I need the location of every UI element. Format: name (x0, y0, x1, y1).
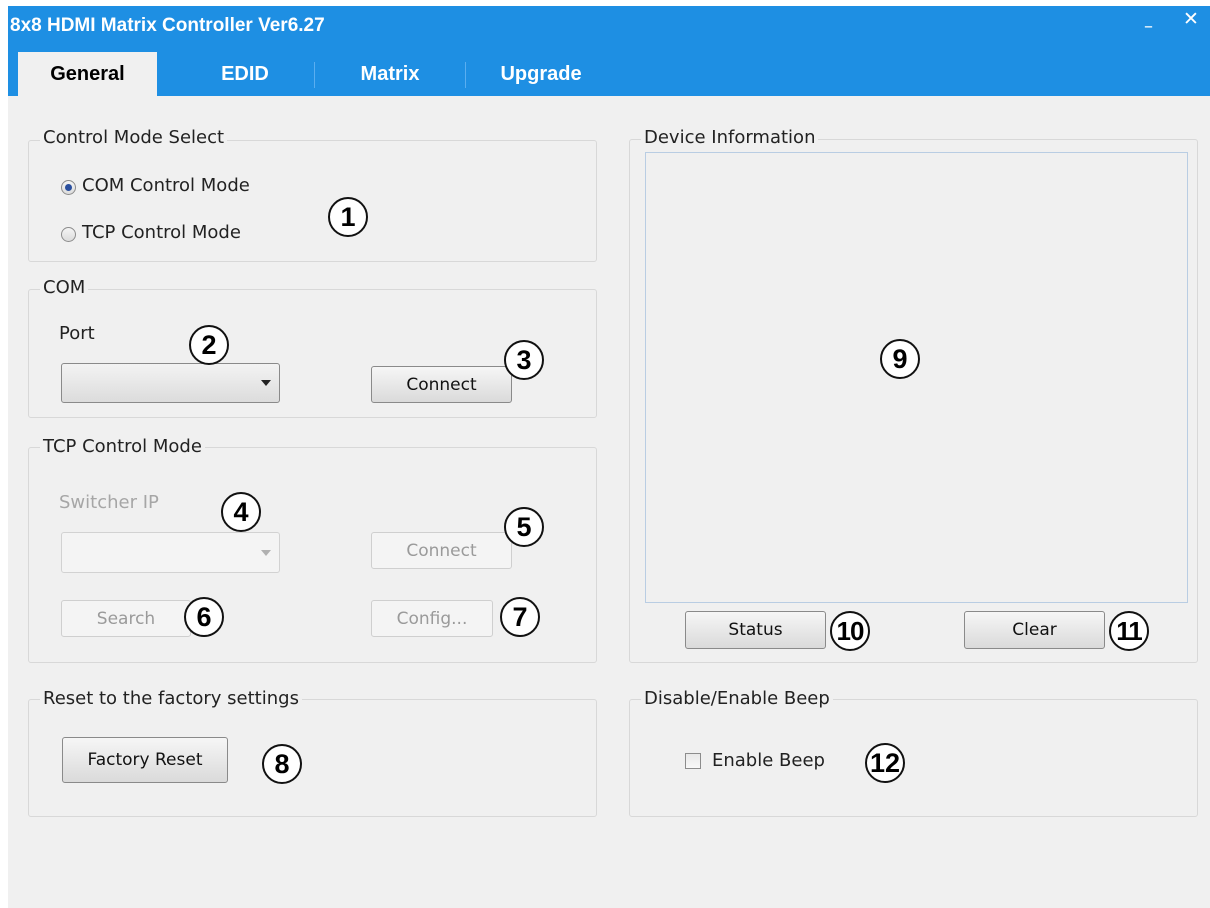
chevron-down-icon (261, 380, 271, 386)
device-info-textbox[interactable] (645, 152, 1188, 603)
app-window: 8x8 HDMI Matrix Controller Ver6.27 – ✕ G… (8, 6, 1210, 908)
switcher-ip-label: Switcher IP (59, 492, 159, 513)
chevron-down-icon (261, 549, 271, 556)
tcp-mode-radio[interactable] (61, 227, 76, 242)
com-mode-radio[interactable] (61, 180, 76, 195)
title-bar: 8x8 HDMI Matrix Controller Ver6.27 – ✕ G… (8, 6, 1210, 96)
tab-matrix[interactable]: Matrix (315, 52, 465, 96)
callout-4: 4 (221, 492, 261, 532)
callout-9: 9 (880, 339, 920, 379)
callout-12: 12 (865, 743, 905, 783)
window-title: 8x8 HDMI Matrix Controller Ver6.27 (10, 15, 325, 36)
close-icon[interactable]: ✕ (1183, 8, 1199, 30)
control-mode-group (28, 140, 597, 262)
tcp-mode-label[interactable]: TCP Control Mode (82, 222, 241, 243)
status-button[interactable]: Status (685, 611, 826, 649)
tcp-connect-button[interactable]: Connect (371, 532, 512, 569)
control-mode-legend: Control Mode Select (40, 127, 228, 148)
tab-edid[interactable]: EDID (176, 52, 314, 96)
callout-11: 11 (1109, 611, 1149, 651)
com-legend: COM (40, 277, 89, 298)
factory-reset-button[interactable]: Factory Reset (62, 737, 228, 783)
com-connect-button[interactable]: Connect (371, 366, 512, 403)
port-select[interactable] (61, 363, 280, 403)
callout-1: 1 (328, 197, 368, 237)
search-button[interactable]: Search (61, 600, 191, 637)
callout-5: 5 (504, 507, 544, 547)
clear-button[interactable]: Clear (964, 611, 1105, 649)
port-label: Port (59, 323, 95, 344)
tab-general[interactable]: General (18, 52, 157, 96)
callout-8: 8 (262, 744, 302, 784)
enable-beep-label[interactable]: Enable Beep (712, 750, 825, 771)
tab-upgrade[interactable]: Upgrade (466, 52, 616, 96)
device-info-legend: Device Information (641, 127, 819, 148)
callout-10: 10 (830, 611, 870, 651)
callout-6: 6 (184, 597, 224, 637)
tcp-legend: TCP Control Mode (40, 436, 205, 457)
reset-legend: Reset to the factory settings (40, 688, 302, 709)
switcher-ip-select[interactable] (61, 532, 280, 573)
enable-beep-checkbox[interactable] (685, 753, 701, 769)
config-button[interactable]: Config... (371, 600, 493, 637)
com-mode-label[interactable]: COM Control Mode (82, 175, 250, 196)
callout-2: 2 (189, 325, 229, 365)
beep-legend: Disable/Enable Beep (641, 688, 833, 709)
callout-3: 3 (504, 340, 544, 380)
callout-7: 7 (500, 597, 540, 637)
minimize-icon[interactable]: – (1144, 16, 1153, 37)
